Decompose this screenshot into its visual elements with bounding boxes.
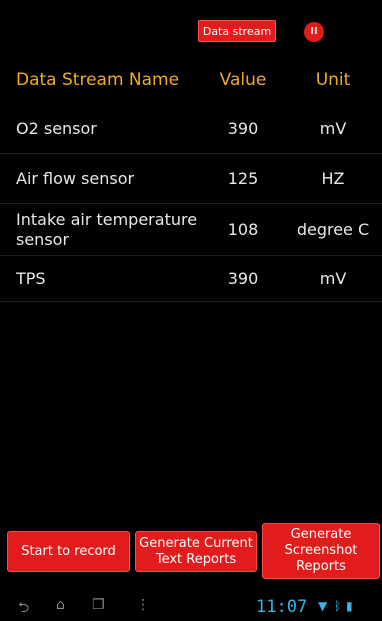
table-row[interactable]: O2 sensor 390 mV (0, 104, 382, 154)
table-row[interactable]: Intake air temperature sensor 108 degree… (0, 204, 382, 256)
row-unit: mV (319, 119, 347, 138)
row-value: 108 (227, 220, 259, 239)
start-record-button[interactable]: Start to record (7, 531, 130, 572)
row-name: O2 sensor (16, 118, 97, 138)
row-name: TPS (16, 268, 46, 288)
table-row[interactable]: TPS 390 mV (0, 256, 382, 302)
row-name: Intake air temperature sensor (16, 209, 198, 249)
screenshot-reports-button[interactable]: Generate Screenshot Reports (262, 523, 380, 579)
text-reports-button[interactable]: Generate Current Text Reports (135, 531, 257, 572)
row-value: 390 (227, 119, 259, 138)
bluetooth-icon: ᛒ (334, 599, 342, 613)
row-unit: degree C (296, 220, 370, 239)
back-icon[interactable]: ⮌ (18, 597, 29, 621)
pause-icon[interactable]: II (304, 22, 324, 42)
row-unit: mV (319, 269, 347, 288)
row-value: 390 (227, 269, 259, 288)
menu-icon[interactable]: ⋮ (136, 597, 150, 613)
data-stream-button[interactable]: Data stream (198, 20, 276, 42)
table-row[interactable]: Air flow sensor 125 HZ (0, 154, 382, 204)
battery-icon: ▮ (346, 599, 353, 613)
table-header: Data Stream Name Value Unit (0, 58, 382, 102)
recent-apps-icon[interactable]: ❐ (92, 597, 105, 613)
system-nav-bar: ⮌ ⌂ ❐ ⋮ 11:07 ▼ ᛒ ▮ (0, 595, 382, 620)
top-toolbar: Data stream II (0, 0, 382, 58)
header-name: Data Stream Name (16, 70, 180, 90)
header-value: Value (219, 70, 267, 90)
header-unit: Unit (315, 70, 351, 90)
home-icon[interactable]: ⌂ (56, 597, 65, 613)
row-name: Air flow sensor (16, 168, 135, 188)
wifi-icon: ▼ (318, 599, 328, 613)
clock: 11:07 (256, 597, 308, 617)
row-value: 125 (227, 169, 259, 188)
row-unit: HZ (321, 169, 345, 188)
